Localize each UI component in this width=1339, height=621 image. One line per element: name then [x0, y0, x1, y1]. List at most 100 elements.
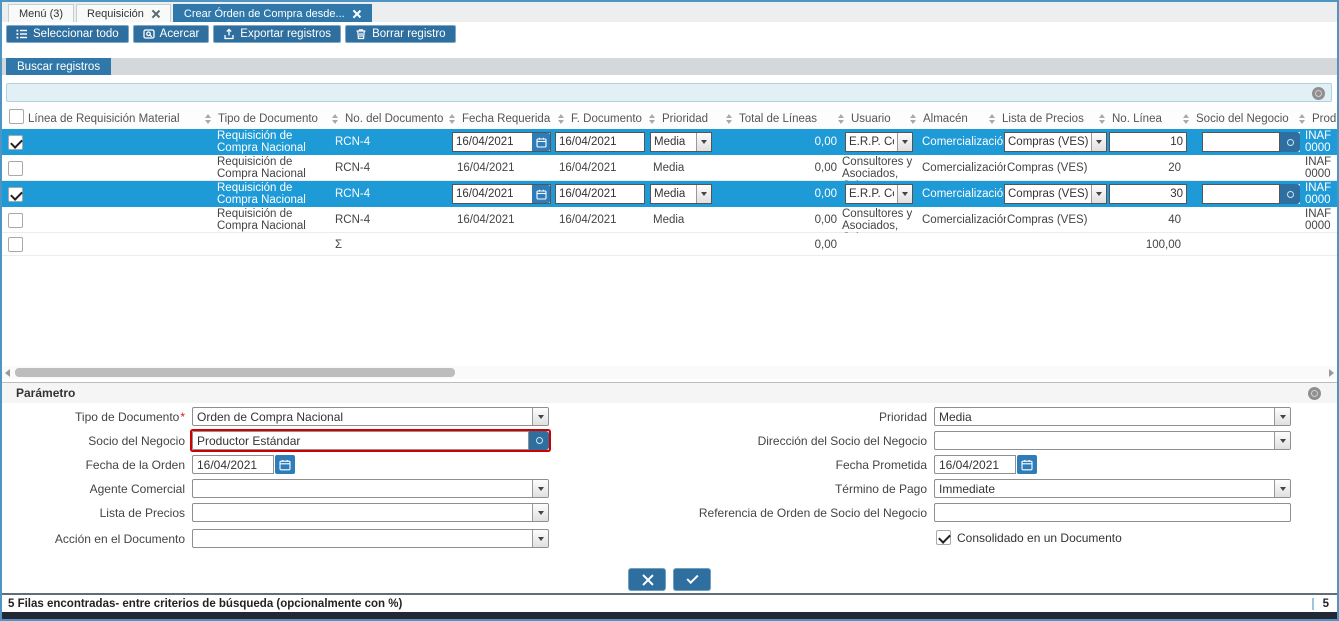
- calendar-icon[interactable]: [1017, 455, 1037, 474]
- lista-precios-select[interactable]: [1005, 185, 1091, 203]
- chevron-down-icon[interactable]: [1091, 185, 1106, 203]
- accion-documento-select[interactable]: [193, 530, 532, 547]
- table-row[interactable]: Requisición de Compra Nacional RCN-4 0,0…: [2, 181, 1337, 207]
- export-button[interactable]: Exportar registros: [213, 25, 341, 43]
- confirm-check-icon: [686, 572, 698, 584]
- direccion-socio-select[interactable]: [935, 432, 1274, 449]
- sort-icon[interactable]: [649, 114, 656, 124]
- column-header-almacen[interactable]: Almacén: [923, 113, 968, 125]
- table-row[interactable]: Requisición de Compra Nacional RCN-4 0,0…: [2, 129, 1337, 155]
- search-input[interactable]: [7, 84, 1331, 101]
- column-header-usuario[interactable]: Usuario: [851, 113, 891, 125]
- column-header-producto[interactable]: Prod: [1312, 113, 1336, 125]
- tab-requisicion[interactable]: Requisición: [76, 4, 171, 22]
- socio-negocio-input[interactable]: [1202, 132, 1280, 152]
- sort-icon[interactable]: [1099, 114, 1106, 124]
- socio-negocio-input[interactable]: [1202, 184, 1280, 204]
- table-row[interactable]: Requisición de Compra Nacional RCN-4 16/…: [2, 155, 1337, 181]
- chevron-down-icon[interactable]: [532, 530, 548, 547]
- sort-icon[interactable]: [449, 114, 456, 124]
- column-header-no-documento[interactable]: No. del Documento: [345, 113, 443, 125]
- sort-icon[interactable]: [838, 114, 845, 124]
- termino-pago-select[interactable]: [935, 480, 1274, 497]
- field-label: Acción en el Documento: [2, 529, 185, 548]
- table-row[interactable]: Requisición de Compra Nacional RCN-4 16/…: [2, 207, 1337, 233]
- parameter-form: Tipo de Documento* Socio del Negocio Fec…: [2, 403, 1337, 563]
- delete-button[interactable]: Borrar registro: [345, 25, 456, 43]
- column-header-f-documento[interactable]: F. Documento: [571, 113, 642, 125]
- sort-icon[interactable]: [205, 114, 212, 124]
- sort-icon[interactable]: [332, 114, 339, 124]
- cell-usuario: E.R.P. Consultores y Asociados, C.A.: [842, 207, 918, 233]
- sort-icon[interactable]: [989, 114, 996, 124]
- record-icon[interactable]: [1280, 184, 1300, 204]
- row-checkbox[interactable]: [8, 161, 23, 176]
- chevron-down-icon[interactable]: [897, 185, 912, 203]
- chevron-down-icon[interactable]: [1091, 133, 1106, 151]
- confirm-button[interactable]: [673, 568, 711, 591]
- chevron-down-icon[interactable]: [1274, 480, 1290, 497]
- tab-requisicion-label: Requisición: [87, 8, 144, 20]
- chevron-down-icon[interactable]: [897, 133, 912, 151]
- sort-icon[interactable]: [726, 114, 733, 124]
- f-documento-input[interactable]: [556, 185, 644, 203]
- close-icon[interactable]: [352, 9, 361, 18]
- no-linea-input[interactable]: [1110, 185, 1186, 203]
- column-header-total-lineas[interactable]: Total de Líneas: [739, 113, 817, 125]
- tab-crear-orden-compra[interactable]: Crear Órden de Compra desde...: [173, 4, 372, 22]
- close-icon[interactable]: [151, 9, 160, 18]
- referencia-orden-input[interactable]: [935, 504, 1290, 521]
- column-header-no-linea[interactable]: No. Línea: [1112, 113, 1162, 125]
- fecha-prometida-input[interactable]: [935, 456, 1015, 473]
- row-checkbox[interactable]: [8, 237, 23, 252]
- sort-icon[interactable]: [1299, 114, 1306, 124]
- record-icon[interactable]: [1280, 132, 1300, 152]
- calendar-icon[interactable]: [532, 133, 550, 151]
- row-checkbox[interactable]: [8, 135, 23, 150]
- export-label: Exportar registros: [240, 28, 331, 40]
- field-label: Prioridad: [542, 407, 927, 426]
- column-header-prioridad[interactable]: Prioridad: [662, 113, 708, 125]
- chevron-down-icon[interactable]: [696, 133, 711, 151]
- no-linea-input[interactable]: [1110, 133, 1186, 151]
- horizontal-scrollbar[interactable]: [2, 366, 1337, 379]
- column-header-tipo-documento[interactable]: Tipo de Documento: [218, 113, 318, 125]
- zoom-button[interactable]: Acercar: [133, 25, 210, 43]
- f-documento-input[interactable]: [556, 133, 644, 151]
- prioridad-select[interactable]: [651, 185, 696, 203]
- prioridad-select[interactable]: [651, 133, 696, 151]
- status-divider: [1312, 598, 1314, 610]
- prioridad-select[interactable]: [935, 408, 1274, 425]
- chevron-down-icon[interactable]: [1274, 408, 1290, 425]
- sort-icon[interactable]: [910, 114, 917, 124]
- sum-symbol: Σ: [335, 233, 440, 256]
- sort-icon[interactable]: [1183, 114, 1190, 124]
- column-header-socio-negocio[interactable]: Socio del Negocio: [1196, 113, 1289, 125]
- tab-menu[interactable]: Menú (3): [8, 4, 74, 22]
- fecha-requerida-input[interactable]: [453, 133, 532, 151]
- scrollbar-thumb[interactable]: [15, 368, 455, 377]
- scroll-left-icon[interactable]: [5, 369, 10, 377]
- row-checkbox[interactable]: [8, 187, 23, 202]
- record-info-icon[interactable]: [1308, 387, 1321, 400]
- tab-buscar-registros[interactable]: Buscar registros: [6, 58, 111, 75]
- usuario-select[interactable]: [846, 185, 897, 203]
- lista-precios-select[interactable]: [1005, 133, 1091, 151]
- cell-producto: INAF 0000: [1305, 155, 1338, 181]
- sort-icon[interactable]: [558, 114, 565, 124]
- column-header-linea-requisicion[interactable]: Línea de Requisición Material: [28, 113, 180, 125]
- cancel-button[interactable]: [628, 568, 666, 591]
- column-header-lista-precios[interactable]: Lista de Precios: [1002, 113, 1084, 125]
- column-header-fecha-requerida[interactable]: Fecha Requerida: [462, 113, 550, 125]
- consolidado-checkbox[interactable]: [936, 530, 951, 545]
- fecha-requerida-input[interactable]: [453, 185, 532, 203]
- select-all-checkbox[interactable]: [9, 109, 24, 124]
- chevron-down-icon[interactable]: [696, 185, 711, 203]
- chevron-down-icon[interactable]: [1274, 432, 1290, 449]
- usuario-select[interactable]: [846, 133, 897, 151]
- scroll-right-icon[interactable]: [1329, 369, 1334, 377]
- record-info-icon[interactable]: [1312, 87, 1325, 100]
- calendar-icon[interactable]: [532, 185, 550, 203]
- row-checkbox[interactable]: [8, 213, 23, 228]
- select-all-button[interactable]: Seleccionar todo: [6, 25, 129, 43]
